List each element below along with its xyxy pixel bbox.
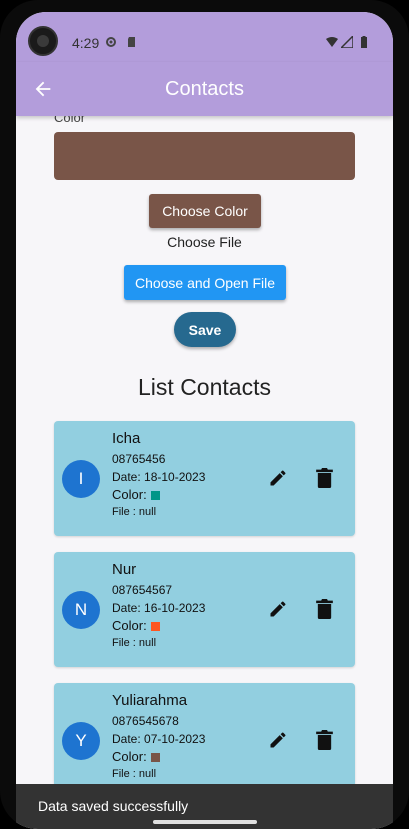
choose-color-button[interactable]: Choose Color [149,194,261,228]
color-swatch [150,491,160,501]
contact-name: Yuliarahma [112,692,188,709]
delete-icon[interactable] [316,730,333,750]
list-title: List Contacts [138,374,271,400]
save-button[interactable]: Save [174,312,236,347]
page-title: Contacts [165,78,244,100]
contact-card: Y Yuliarahma 0876545678 Date: 07-10-2023… [54,683,355,798]
color-label: Color [54,116,86,125]
contact-color: Color: [112,749,160,764]
home-indicator[interactable] [153,820,257,824]
delete-icon[interactable] [316,468,333,488]
delete-icon[interactable] [316,599,333,619]
avatar: Y [62,722,100,760]
contact-color-label: Color: [112,487,147,502]
app-bar: Contacts [16,62,393,116]
choose-open-file-button[interactable]: Choose and Open File [124,265,286,300]
contact-card: I Icha 08765456 Date: 18-10-2023 Color: … [54,421,355,536]
color-swatch [150,622,160,632]
edit-icon[interactable] [268,730,288,750]
contact-color-label: Color: [112,749,147,764]
snackbar-message: Data saved successfully [38,798,189,814]
contact-color-label: Color: [112,618,147,633]
screen: 4:29 Contacts Color Choose Color Choose … [16,12,393,829]
contact-phone: 08765456 [112,452,166,466]
avatar: N [62,591,100,629]
contact-date: Date: 16-10-2023 [112,601,206,615]
scroll-content[interactable]: Color Choose Color Choose File Choose an… [16,116,393,829]
cell-signal-icon [341,36,353,48]
contact-file: File : null [112,637,157,649]
contact-date: Date: 18-10-2023 [112,470,206,484]
wifi-icon [326,37,338,47]
contact-name: Icha [112,430,141,447]
contact-date: Date: 07-10-2023 [112,732,206,746]
selected-color-preview [54,132,355,180]
battery-icon [361,36,367,48]
edit-icon[interactable] [268,599,288,619]
status-bar: 4:29 [16,12,393,62]
contact-file: File : null [112,506,157,518]
edit-icon[interactable] [268,468,288,488]
choose-file-label: Choose File [167,234,242,250]
contact-color: Color: [112,487,160,502]
contact-name: Nur [112,561,137,578]
contact-color: Color: [112,618,160,633]
phone-frame: 4:29 Contacts Color Choose Color Choose … [0,0,409,829]
settings-icon [106,37,116,47]
contact-card: N Nur 087654567 Date: 16-10-2023 Color: … [54,552,355,667]
avatar: I [62,460,100,498]
camera-icon [28,26,58,56]
contact-file: File : null [112,768,157,780]
sd-card-icon [128,37,135,47]
color-swatch [150,753,160,763]
contact-phone: 0876545678 [112,714,179,728]
contact-phone: 087654567 [112,583,173,597]
status-time: 4:29 [72,35,100,51]
